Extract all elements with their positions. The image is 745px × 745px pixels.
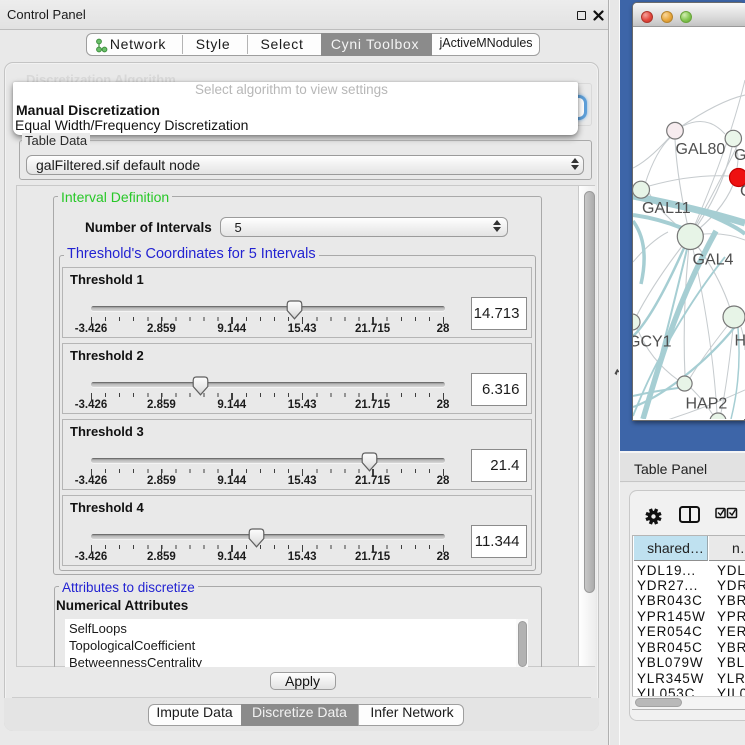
svg-text:G: G [740,183,745,200]
svg-text:GAL11: GAL11 [642,200,691,217]
svg-text:GAL4: GAL4 [693,252,734,269]
svg-text:H: H [735,333,745,350]
svg-text:GA: GA [734,147,745,164]
svg-text:GAL80: GAL80 [676,141,726,158]
svg-text:GCY1: GCY1 [633,334,672,351]
svg-text:HAP2: HAP2 [686,396,728,413]
